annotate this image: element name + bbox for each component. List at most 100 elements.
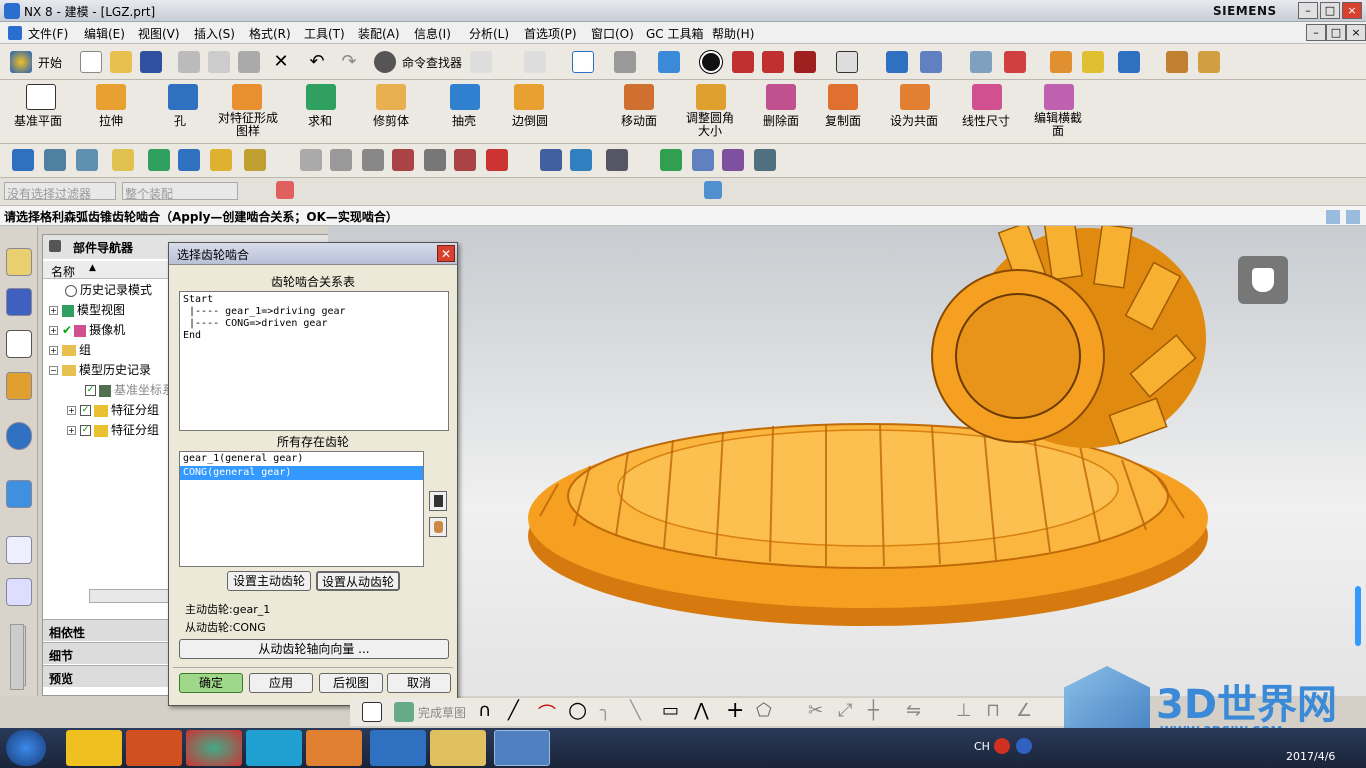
polygon-icon[interactable]: ⬠ xyxy=(756,700,772,721)
menu-view[interactable]: 视图(V) xyxy=(138,25,180,42)
checkbox-icon[interactable]: ✓ xyxy=(80,405,91,416)
offset-icon[interactable]: ┼ xyxy=(868,700,879,721)
details-panel[interactable]: 细节 xyxy=(43,642,173,664)
arc-icon[interactable]: ⌒ xyxy=(538,700,556,726)
taskbar-nx-icon[interactable] xyxy=(494,730,550,766)
start-orb-icon[interactable] xyxy=(6,730,46,766)
render-style-icon[interactable] xyxy=(614,51,636,73)
menu-tools[interactable]: 工具(T) xyxy=(304,25,345,42)
tree-row-feature-group-1[interactable]: + ✓ 特征分组 xyxy=(67,401,159,418)
gear-gs-icon[interactable] xyxy=(362,149,384,171)
preview-panel[interactable]: 预览 xyxy=(43,665,173,687)
cube-icon[interactable] xyxy=(704,181,722,199)
checkbox-icon[interactable]: ✓ xyxy=(85,385,96,396)
sort-up-icon[interactable]: ▲ xyxy=(89,263,96,273)
finish-sketch-icon[interactable] xyxy=(394,702,414,722)
language-indicator[interactable]: CH xyxy=(974,740,990,753)
menu-info[interactable]: 信息(I) xyxy=(414,25,451,42)
delete-face-icon[interactable] xyxy=(766,84,796,110)
paste-icon[interactable] xyxy=(238,51,260,73)
gear-tool-2-icon[interactable] xyxy=(178,149,200,171)
menu-edit[interactable]: 编辑(E) xyxy=(84,25,125,42)
navigator-scrollbar[interactable] xyxy=(10,624,24,690)
expand-icon[interactable]: + xyxy=(49,346,58,355)
gear-oh-icon[interactable] xyxy=(454,149,476,171)
circle-icon[interactable]: ○ xyxy=(568,698,587,723)
trim-icon[interactable]: ✂ xyxy=(808,700,823,721)
horizontal-scrollbar[interactable] xyxy=(89,589,171,603)
extrude-label[interactable]: 拉伸 xyxy=(86,112,136,129)
expand-icon[interactable]: + xyxy=(67,426,76,435)
resize-blend-icon[interactable] xyxy=(696,84,726,110)
tree-row-groups[interactable]: + 组 xyxy=(49,341,91,358)
gear-list-icon[interactable] xyxy=(486,149,508,171)
shell-label[interactable]: 抽壳 xyxy=(442,112,486,129)
gears-list[interactable]: gear_1(general gear) CONG(general gear) xyxy=(179,451,424,567)
trim-body-label[interactable]: 修剪体 xyxy=(366,112,416,129)
expand-icon[interactable]: + xyxy=(49,306,58,315)
maximize-button[interactable]: □ xyxy=(1320,2,1340,19)
roles-icon[interactable] xyxy=(6,578,32,606)
new-file-icon[interactable] xyxy=(80,51,102,73)
set-driven-gear-button[interactable]: 设置从动齿轮 xyxy=(316,571,400,591)
gear-gh-icon[interactable] xyxy=(424,149,446,171)
axis-icon[interactable] xyxy=(754,149,776,171)
shading-icon[interactable] xyxy=(700,51,722,73)
menu-preferences[interactable]: 首选项(P) xyxy=(524,25,577,42)
back-view-button[interactable]: 后视图 xyxy=(319,673,383,693)
pin-icon[interactable] xyxy=(49,240,61,252)
background-icon[interactable] xyxy=(836,51,858,73)
menu-window[interactable]: 窗口(O) xyxy=(591,25,634,42)
selection-mode-icon[interactable] xyxy=(470,51,492,73)
cancel-button[interactable]: 取消 xyxy=(387,673,451,693)
menu-insert[interactable]: 插入(S) xyxy=(194,25,235,42)
menu-gc-toolbox[interactable]: GC 工具箱 xyxy=(646,25,704,42)
datum-plane-icon[interactable] xyxy=(26,84,56,110)
binoculars-icon[interactable] xyxy=(374,51,396,73)
edit-section-label[interactable]: 编辑横截面 xyxy=(1030,112,1086,138)
unite-label[interactable]: 求和 xyxy=(298,112,342,129)
doc-restore-button[interactable]: – xyxy=(1306,24,1326,41)
help-icon[interactable] xyxy=(1016,738,1032,754)
fillet-icon[interactable]: ╮ xyxy=(600,700,611,721)
graphics-window[interactable] xyxy=(328,210,1366,696)
viewport-restore-icon[interactable] xyxy=(1326,210,1340,224)
info-icon[interactable] xyxy=(1082,51,1104,73)
snap-point-icon[interactable] xyxy=(276,181,294,199)
redo-icon[interactable]: ↷ xyxy=(338,51,360,73)
copy-face-label[interactable]: 复制面 xyxy=(818,112,868,129)
gear-tool-3-icon[interactable] xyxy=(210,149,232,171)
copy-icon[interactable] xyxy=(208,51,230,73)
point-icon[interactable]: + xyxy=(726,698,744,723)
layer-icon[interactable] xyxy=(970,51,992,73)
menu-help[interactable]: 帮助(H) xyxy=(712,25,754,42)
ruler-icon[interactable] xyxy=(1166,51,1188,73)
hidden-edge-icon[interactable] xyxy=(762,51,784,73)
menu-analysis[interactable]: 分析(L) xyxy=(469,25,509,42)
delete-face-label[interactable]: 删除面 xyxy=(756,112,806,129)
extrude-icon[interactable] xyxy=(96,84,126,110)
scope-select[interactable]: 整个装配 xyxy=(122,182,238,201)
start-icon[interactable] xyxy=(10,51,32,73)
coordinate-icon[interactable] xyxy=(1004,51,1026,73)
clock-icon[interactable] xyxy=(6,536,32,564)
table-icon[interactable] xyxy=(692,149,714,171)
gear-model-svg[interactable] xyxy=(328,215,1366,696)
assembly-navigator-icon[interactable] xyxy=(6,248,32,276)
pattern-label[interactable]: 对特征形成图样 xyxy=(218,112,278,138)
pattern-icon[interactable] xyxy=(232,84,262,110)
constraint-icon[interactable]: ⊥ xyxy=(956,700,972,721)
move-object-icon[interactable] xyxy=(886,51,908,73)
copy-face-icon[interactable] xyxy=(828,84,858,110)
wrench-icon[interactable] xyxy=(606,149,628,171)
gear-item-cong[interactable]: CONG(general gear) xyxy=(180,466,423,480)
make-coplanar-icon[interactable] xyxy=(900,84,930,110)
taskbar-chrome-icon[interactable] xyxy=(186,730,242,766)
doc-max-button[interactable]: □ xyxy=(1326,24,1346,41)
check-icon[interactable] xyxy=(660,149,682,171)
mirror-icon[interactable]: ⇋ xyxy=(906,700,921,721)
web-browser-icon[interactable] xyxy=(6,422,32,450)
gear-tool-1-icon[interactable] xyxy=(148,149,170,171)
fit-view-icon[interactable] xyxy=(572,51,594,73)
gear-item-gear1[interactable]: gear_1(general gear) xyxy=(180,452,423,466)
